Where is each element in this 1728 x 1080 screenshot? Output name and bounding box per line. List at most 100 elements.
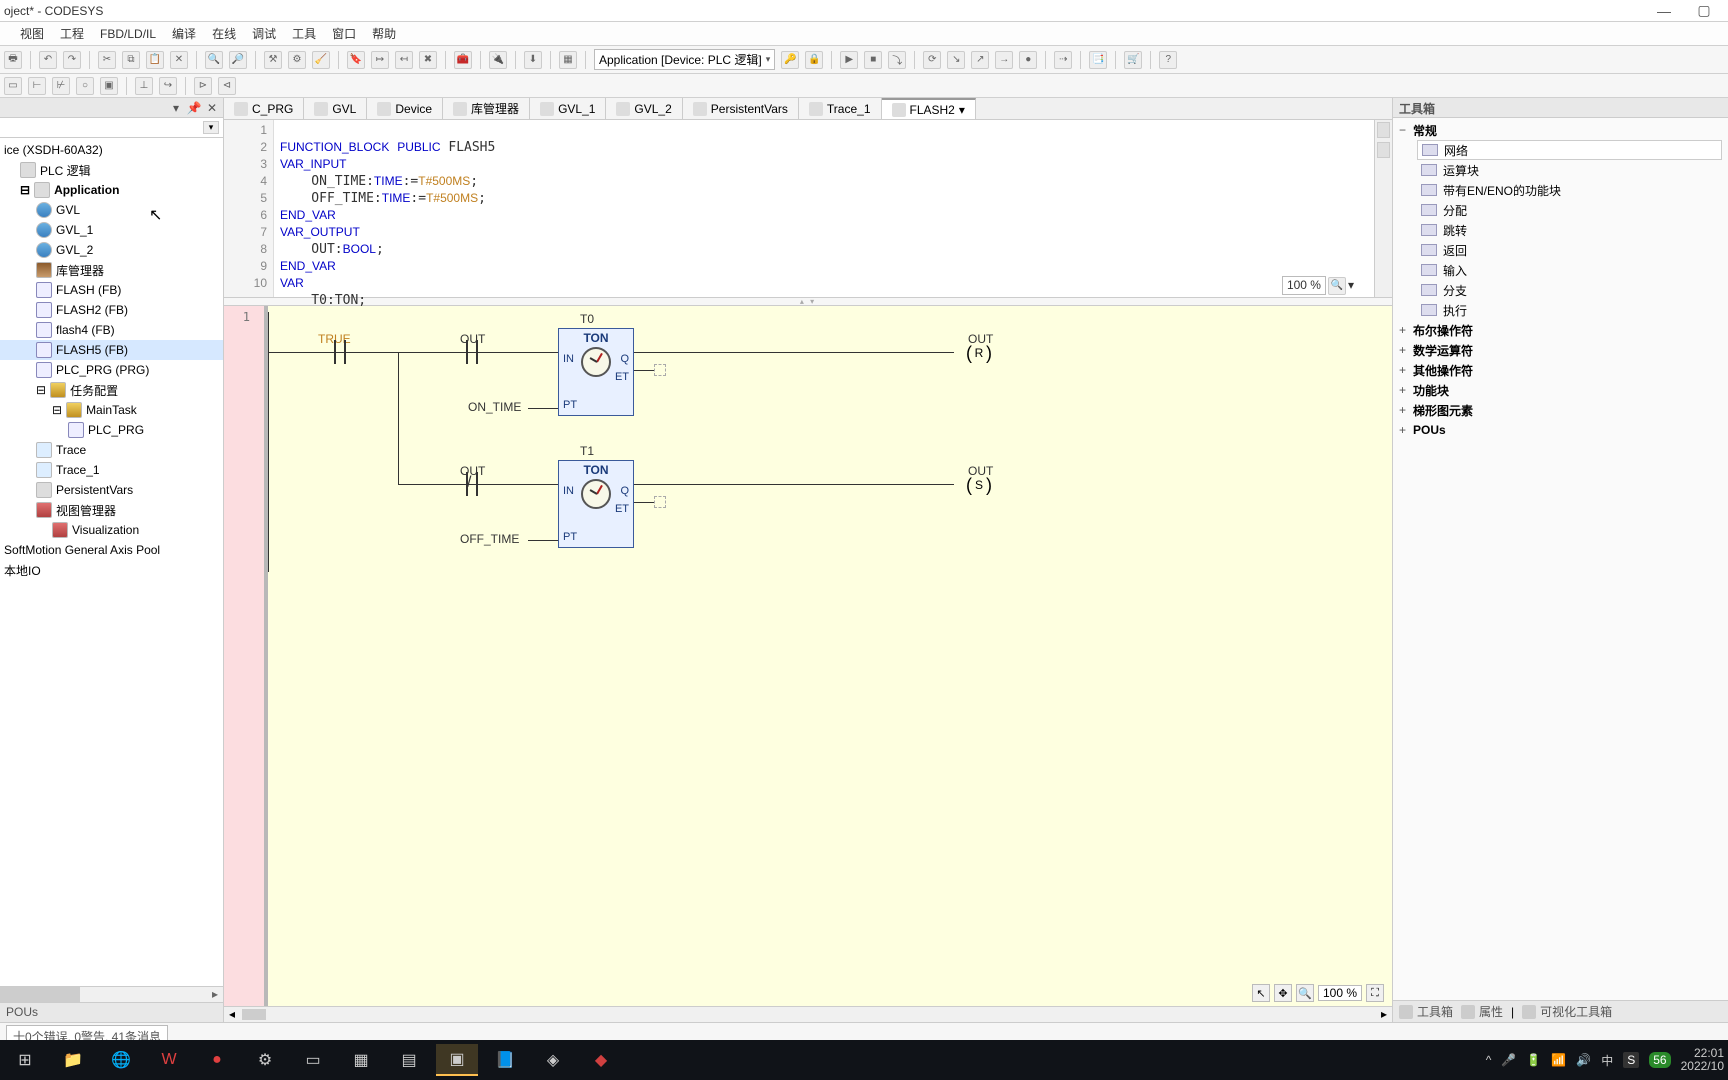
windows-taskbar[interactable]: ⊞ 📁 🌐 W ● ⚙ ▭ ▦ ▤ ▣ 📘 ◈ ◆ ^ 🎤 🔋 📶 🔊 中 S … bbox=[0, 1040, 1728, 1080]
paste-icon[interactable]: 📋 bbox=[146, 51, 164, 69]
toolbox-cat-ladder[interactable]: +梯形图元素 bbox=[1393, 400, 1728, 420]
step-over-icon[interactable]: ⟳ bbox=[923, 51, 941, 69]
contact-out-neg[interactable] bbox=[462, 472, 482, 496]
prev-bookmark-icon[interactable]: ↤ bbox=[395, 51, 413, 69]
redo-icon[interactable]: ↷ bbox=[63, 51, 81, 69]
maximize-button[interactable]: ▢ bbox=[1684, 2, 1724, 19]
app3-icon[interactable]: ▤ bbox=[388, 1044, 430, 1076]
zoom-value[interactable]: 100 % bbox=[1282, 276, 1326, 295]
menu-view[interactable]: 视图 bbox=[20, 25, 44, 42]
tab-toolbox[interactable]: 工具箱 bbox=[1399, 1003, 1453, 1020]
menu-tools[interactable]: 工具 bbox=[292, 25, 316, 42]
tab-cprg[interactable]: C_PRG bbox=[224, 98, 304, 119]
pin-icon[interactable]: 📌 bbox=[187, 101, 201, 115]
pan-tool-icon[interactable]: ✥ bbox=[1274, 984, 1292, 1002]
toolbox-tree[interactable]: −常规 网络 运算块 带有EN/ENO的功能块 分配 跳转 返回 输入 分支 执… bbox=[1393, 118, 1728, 1000]
toolbox-item-eneno[interactable]: 带有EN/ENO的功能块 bbox=[1393, 180, 1728, 200]
tree-localio[interactable]: 本地IO bbox=[0, 560, 223, 580]
bookmark-icon[interactable]: 🔖 bbox=[347, 51, 365, 69]
toolbox-icon[interactable]: 🧰 bbox=[454, 51, 472, 69]
jump-icon[interactable]: ↪ bbox=[159, 77, 177, 95]
tree-softmotion[interactable]: SoftMotion General Axis Pool bbox=[0, 540, 223, 560]
ladder-editor[interactable]: 1 TRUE OUT T0 TON bbox=[224, 306, 1392, 1006]
toolbox-cat-general[interactable]: −常规 bbox=[1393, 120, 1728, 140]
settings-icon[interactable]: ⚙ bbox=[244, 1044, 286, 1076]
tree-plcprg[interactable]: PLC_PRG (PRG) bbox=[0, 360, 223, 380]
tree-gvl[interactable]: GVL bbox=[0, 200, 223, 220]
app2-icon[interactable]: ▦ bbox=[340, 1044, 382, 1076]
block-icon[interactable]: ▣ bbox=[100, 77, 118, 95]
branch-icon[interactable]: ⊥ bbox=[135, 77, 153, 95]
view-mode-1-icon[interactable] bbox=[1377, 122, 1390, 138]
block-t1[interactable]: TON IN Q ET PT bbox=[558, 460, 634, 548]
tree-hscroll[interactable]: ▸ bbox=[0, 986, 223, 1002]
app1-icon[interactable]: ▭ bbox=[292, 1044, 334, 1076]
print-icon[interactable]: 🖶 bbox=[4, 51, 22, 69]
download-icon[interactable]: ⬇ bbox=[524, 51, 542, 69]
splitter[interactable]: ▴ ▾ bbox=[224, 298, 1392, 306]
tree-flash[interactable]: FLASH (FB) bbox=[0, 280, 223, 300]
sound-icon[interactable]: 🔊 bbox=[1576, 1053, 1591, 1067]
chevron-up-icon[interactable]: ^ bbox=[1486, 1053, 1492, 1067]
next-bookmark-icon[interactable]: ↦ bbox=[371, 51, 389, 69]
login-icon[interactable]: 🔌 bbox=[489, 51, 507, 69]
start-button[interactable]: ⊞ bbox=[4, 1044, 46, 1076]
tab-trace1[interactable]: Trace_1 bbox=[799, 98, 882, 119]
toolbox-item-network[interactable]: 网络 bbox=[1417, 140, 1722, 160]
edge-icon[interactable]: 🌐 bbox=[100, 1044, 142, 1076]
input-icon[interactable]: ⊳ bbox=[194, 77, 212, 95]
breakpoint-icon[interactable]: ● bbox=[1019, 51, 1037, 69]
menu-help[interactable]: 帮助 bbox=[372, 25, 396, 42]
filter-dropdown-icon[interactable]: ▾ bbox=[203, 121, 219, 134]
ladder-canvas[interactable]: TRUE OUT T0 TON IN Q ET PT bbox=[268, 306, 1392, 1006]
wifi-icon[interactable]: 📶 bbox=[1551, 1053, 1566, 1067]
tree-flash2[interactable]: FLASH2 (FB) bbox=[0, 300, 223, 320]
tree-device[interactable]: ice (XSDH-60A32) bbox=[0, 140, 223, 160]
app6-icon[interactable]: ◈ bbox=[532, 1044, 574, 1076]
toolbox-cat-other[interactable]: +其他操作符 bbox=[1393, 360, 1728, 380]
network-icon[interactable]: ▭ bbox=[4, 77, 22, 95]
tab-gvl2[interactable]: GVL_2 bbox=[606, 98, 682, 119]
force-icon[interactable]: ⇢ bbox=[1054, 51, 1072, 69]
toolbox-item-jump[interactable]: 跳转 bbox=[1393, 220, 1728, 240]
toolbox-cat-bool[interactable]: +布尔操作符 bbox=[1393, 320, 1728, 340]
scroll-left-icon[interactable]: ◂ bbox=[224, 1007, 240, 1021]
zoom-icon[interactable]: 🔍 bbox=[1328, 277, 1346, 295]
menu-online[interactable]: 在线 bbox=[212, 25, 236, 42]
zoom-fit-icon[interactable]: ⛶ bbox=[1366, 984, 1384, 1002]
undo-icon[interactable]: ↶ bbox=[39, 51, 57, 69]
step-out-icon[interactable]: ↗ bbox=[971, 51, 989, 69]
project-tree[interactable]: ice (XSDH-60A32) PLC 逻辑 ⊟Application GVL… bbox=[0, 138, 223, 986]
toolbox-cat-pous[interactable]: +POUs bbox=[1393, 420, 1728, 440]
block-t0[interactable]: TON IN Q ET PT bbox=[558, 328, 634, 416]
build-icon[interactable]: ⚒ bbox=[264, 51, 282, 69]
toolbox-item-input[interactable]: 输入 bbox=[1393, 260, 1728, 280]
toolbox-item-assign[interactable]: 分配 bbox=[1393, 200, 1728, 220]
toolbox-item-block[interactable]: 运算块 bbox=[1393, 160, 1728, 180]
scroll-right-icon[interactable]: ▸ bbox=[207, 987, 223, 1002]
tab-persistent[interactable]: PersistentVars bbox=[683, 98, 799, 119]
tree-flash4[interactable]: flash4 (FB) bbox=[0, 320, 223, 340]
ladder-hscroll[interactable]: ◂ ▸ bbox=[224, 1006, 1392, 1022]
step-icon[interactable]: ⤵ bbox=[888, 51, 906, 69]
scroll-thumb[interactable] bbox=[242, 1009, 266, 1020]
contact-true[interactable] bbox=[330, 340, 350, 364]
tab-viz-toolbox[interactable]: 可视化工具箱 bbox=[1522, 1003, 1612, 1020]
menu-fbd[interactable]: FBD/LD/IL bbox=[100, 27, 156, 41]
cursor-tool-icon[interactable]: ↖ bbox=[1252, 984, 1270, 1002]
code-area[interactable]: FUNCTION_BLOCK PUBLIC FLASH5 VAR_INPUT O… bbox=[274, 120, 1374, 297]
clean-icon[interactable]: 🧹 bbox=[312, 51, 330, 69]
tree-trace1[interactable]: Trace_1 bbox=[0, 460, 223, 480]
contact-out[interactable] bbox=[462, 340, 482, 364]
dropdown-icon[interactable]: ▾ bbox=[169, 101, 183, 115]
step-into-icon[interactable]: ↘ bbox=[947, 51, 965, 69]
replace-icon[interactable]: 🔎 bbox=[229, 51, 247, 69]
application-combo[interactable]: Application [Device: PLC 逻辑] bbox=[594, 49, 775, 70]
tree-taskcfg[interactable]: ⊟任务配置 bbox=[0, 380, 223, 400]
menu-window[interactable]: 窗口 bbox=[332, 25, 356, 42]
tab-flash2[interactable]: FLASH2▾ bbox=[882, 98, 976, 119]
tab-device[interactable]: Device bbox=[367, 98, 443, 119]
start-icon[interactable]: ▶ bbox=[840, 51, 858, 69]
tree-gvl1[interactable]: GVL_1 bbox=[0, 220, 223, 240]
code-editor[interactable]: 12345 678910 FUNCTION_BLOCK PUBLIC FLASH… bbox=[224, 120, 1392, 298]
